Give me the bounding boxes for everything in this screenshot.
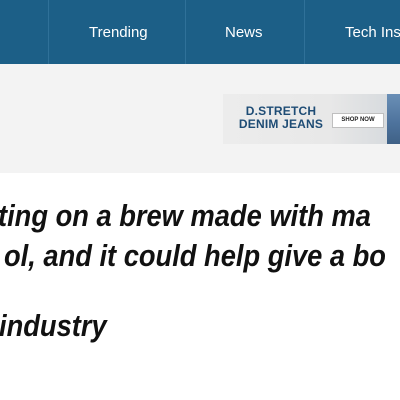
headline-line-1: ting on a brew made with ma — [0, 198, 371, 233]
nav-item-news[interactable]: News — [225, 0, 263, 64]
nav-item-trending[interactable]: Trending — [89, 0, 148, 64]
article-headline: ting on a brew made with ma ol, and it c… — [0, 192, 400, 352]
ad-brand-line-2: DENIM JEANS — [238, 117, 324, 131]
ad-banner-area: D.STRETCH DENIM JEANS SHOP NOW — [0, 64, 400, 173]
top-navigation-bar: Trending News Tech Insi — [0, 0, 400, 64]
nav-divider — [185, 0, 186, 64]
nav-divider — [48, 0, 49, 64]
advertisement[interactable]: D.STRETCH DENIM JEANS SHOP NOW — [223, 94, 400, 144]
headline-line-3: industry — [0, 308, 107, 343]
ad-product-image — [387, 94, 400, 144]
ad-brand-text: D.STRETCH DENIM JEANS — [231, 105, 331, 131]
shop-now-button[interactable]: SHOP NOW — [332, 113, 384, 128]
nav-divider — [304, 0, 305, 64]
headline-line-2: ol, and it could help give a bo — [4, 238, 386, 273]
nav-item-tech-insider[interactable]: Tech Insi — [345, 0, 400, 64]
